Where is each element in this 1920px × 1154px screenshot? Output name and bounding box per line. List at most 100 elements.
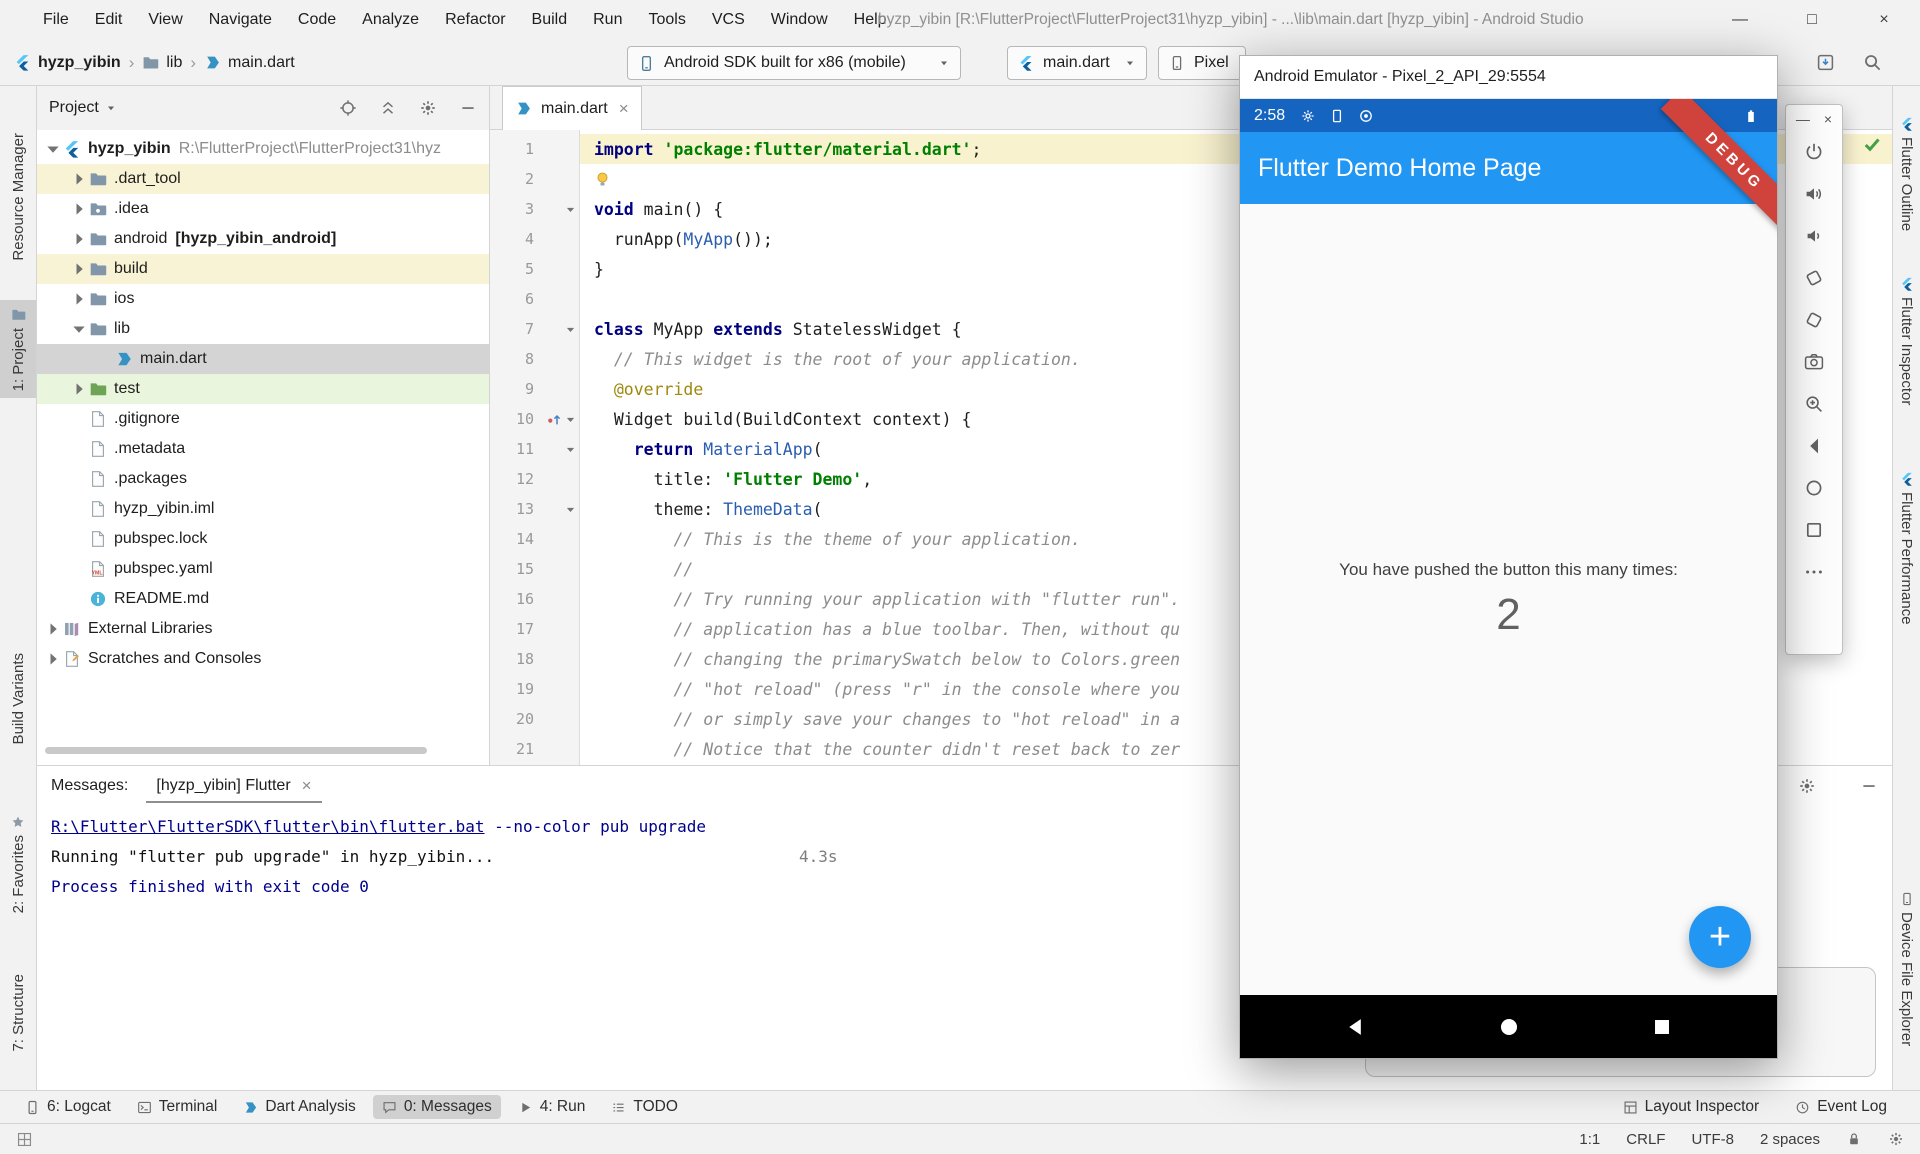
- nav-back-button[interactable]: [1344, 1015, 1368, 1039]
- tree-item-hyzp-yibin-iml[interactable]: hyzp_yibin.iml: [37, 494, 489, 524]
- chevron-right-icon[interactable]: [43, 652, 63, 666]
- emulator-screen[interactable]: 2:58 Flutter Demo Home Page DEBUG You ha…: [1240, 99, 1777, 1058]
- tool-stripe-1-project[interactable]: 1: Project: [0, 300, 36, 398]
- intention-bulb-icon[interactable]: [594, 171, 611, 188]
- tool-window-button-event-log[interactable]: Event Log: [1786, 1095, 1896, 1119]
- menu-edit[interactable]: Edit: [82, 11, 136, 29]
- emulator-rotate-right-button[interactable]: [1794, 299, 1834, 341]
- emulator-volume-down-button[interactable]: [1794, 215, 1834, 257]
- tree-item-build[interactable]: build: [37, 254, 489, 284]
- tool-window-switcher-icon[interactable]: [16, 1131, 33, 1148]
- emulator-zoom-button[interactable]: [1794, 383, 1834, 425]
- sdk-manager-icon[interactable]: [1816, 53, 1835, 72]
- menu-code[interactable]: Code: [285, 11, 349, 29]
- fold-marker-icon[interactable]: [564, 323, 577, 336]
- status-item-utf-8[interactable]: UTF-8: [1691, 1131, 1734, 1148]
- console-link[interactable]: R:\Flutter\FlutterSDK\flutter\bin\flutte…: [51, 817, 484, 836]
- tool-stripe-flutter-outline[interactable]: Flutter Outline: [1893, 110, 1920, 238]
- menu-vcs[interactable]: VCS: [699, 11, 758, 29]
- breadcrumb-item-hyzp-yibin[interactable]: hyzp_yibin: [14, 54, 121, 72]
- tree-item-metadata[interactable]: .metadata: [37, 434, 489, 464]
- search-icon[interactable]: [1863, 53, 1882, 72]
- emulator-minimize-button[interactable]: —: [1796, 111, 1810, 127]
- tool-window-button-terminal[interactable]: Terminal: [128, 1095, 227, 1119]
- locate-icon[interactable]: [339, 99, 357, 117]
- tool-stripe-resource-manager[interactable]: Resource Manager: [0, 126, 36, 268]
- menu-analyze[interactable]: Analyze: [349, 11, 432, 29]
- chevron-down-icon[interactable]: [105, 102, 117, 114]
- menu-view[interactable]: View: [135, 11, 195, 29]
- menu-navigate[interactable]: Navigate: [196, 11, 285, 29]
- fold-marker-icon[interactable]: [564, 203, 577, 216]
- nav-home-button[interactable]: [1496, 1014, 1522, 1040]
- emulator-volume-up-button[interactable]: [1794, 173, 1834, 215]
- device-button[interactable]: Pixel: [1158, 46, 1246, 80]
- nav-overview-button[interactable]: [1650, 1015, 1674, 1039]
- run-config-dropdown[interactable]: main.dart: [1007, 46, 1147, 80]
- emulator-close-button[interactable]: ×: [1824, 111, 1832, 127]
- emulator-power-button[interactable]: [1794, 131, 1834, 173]
- tree-item-ios[interactable]: ios: [37, 284, 489, 314]
- tree-item-scratches-and-consoles[interactable]: Scratches and Consoles: [37, 644, 489, 674]
- chevron-down-icon[interactable]: [43, 142, 63, 156]
- editor-tab-main-dart[interactable]: main.dart ×: [502, 86, 642, 130]
- chevron-right-icon[interactable]: [69, 292, 89, 306]
- menu-file[interactable]: File: [30, 11, 82, 29]
- breadcrumb-item-lib[interactable]: lib: [142, 54, 182, 72]
- tool-window-button-4-run[interactable]: 4: Run: [509, 1095, 595, 1119]
- fold-marker-icon[interactable]: [564, 413, 577, 426]
- tree-item-gitignore[interactable]: .gitignore: [37, 404, 489, 434]
- inspections-ok-icon[interactable]: [1862, 134, 1882, 154]
- project-panel-title[interactable]: Project: [49, 99, 99, 117]
- collapse-all-icon[interactable]: [379, 99, 397, 117]
- breadcrumb-item-main-dart[interactable]: main.dart: [204, 54, 295, 72]
- menu-run[interactable]: Run: [580, 11, 635, 29]
- tree-item-dart-tool[interactable]: .dart_tool: [37, 164, 489, 194]
- status-item-1-1[interactable]: 1:1: [1579, 1131, 1600, 1148]
- status-item-crlf[interactable]: CRLF: [1626, 1131, 1665, 1148]
- close-button[interactable]: ×: [1848, 0, 1920, 40]
- tree-item-android[interactable]: android[hyzp_yibin_android]: [37, 224, 489, 254]
- menu-tools[interactable]: Tools: [635, 11, 698, 29]
- tree-item-readme-md[interactable]: README.md: [37, 584, 489, 614]
- tool-stripe-build-variants[interactable]: Build Variants: [0, 646, 36, 751]
- tool-window-button-todo[interactable]: TODO: [602, 1095, 687, 1119]
- tree-item-main-dart[interactable]: main.dart: [37, 344, 489, 374]
- tool-window-button-layout-inspector[interactable]: Layout Inspector: [1614, 1095, 1769, 1119]
- tool-stripe-device-file-explorer[interactable]: Device File Explorer: [1893, 885, 1920, 1053]
- lock-icon[interactable]: [1846, 1131, 1862, 1147]
- tree-item-pubspec-lock[interactable]: pubspec.lock: [37, 524, 489, 554]
- emulator-rotate-left-button[interactable]: [1794, 257, 1834, 299]
- tool-stripe-7-structure[interactable]: 7: Structure: [0, 967, 36, 1059]
- emulator-overview-button[interactable]: [1794, 509, 1834, 551]
- tree-item-test[interactable]: test: [37, 374, 489, 404]
- maximize-button[interactable]: □: [1776, 0, 1848, 40]
- tree-item-external-libraries[interactable]: External Libraries: [37, 614, 489, 644]
- menu-window[interactable]: Window: [758, 11, 841, 29]
- gear-icon[interactable]: [1798, 777, 1816, 795]
- horizontal-scrollbar[interactable]: [45, 747, 427, 754]
- tool-stripe-2-favorites[interactable]: 2: Favorites: [0, 808, 36, 920]
- tree-item-hyzp-yibin[interactable]: hyzp_yibinR:\FlutterProject\FlutterProje…: [37, 134, 489, 164]
- menu-refactor[interactable]: Refactor: [432, 11, 518, 29]
- chevron-right-icon[interactable]: [69, 382, 89, 396]
- chevron-right-icon[interactable]: [69, 232, 89, 246]
- tree-item-pubspec-yaml[interactable]: YMLpubspec.yaml: [37, 554, 489, 584]
- gear-icon[interactable]: [1888, 1131, 1904, 1147]
- tool-stripe-flutter-performance[interactable]: Flutter Performance: [1893, 465, 1920, 632]
- override-marker-icon[interactable]: [546, 411, 562, 427]
- emulator-more-button[interactable]: [1794, 551, 1834, 593]
- device-selector-dropdown[interactable]: Android SDK built for x86 (mobile): [627, 46, 961, 80]
- hide-panel-icon[interactable]: [459, 99, 477, 117]
- gear-icon[interactable]: [419, 99, 437, 117]
- tool-window-button-0-messages[interactable]: 0: Messages: [373, 1095, 501, 1119]
- minimize-button[interactable]: —: [1704, 0, 1776, 40]
- chevron-right-icon[interactable]: [69, 172, 89, 186]
- chevron-down-icon[interactable]: [69, 322, 89, 336]
- fold-marker-icon[interactable]: [564, 443, 577, 456]
- status-item-2-spaces[interactable]: 2 spaces: [1760, 1131, 1820, 1148]
- tree-item-idea[interactable]: .idea: [37, 194, 489, 224]
- tree-item-lib[interactable]: lib: [37, 314, 489, 344]
- menu-build[interactable]: Build: [519, 11, 581, 29]
- tool-stripe-flutter-inspector[interactable]: Flutter Inspector: [1893, 270, 1920, 412]
